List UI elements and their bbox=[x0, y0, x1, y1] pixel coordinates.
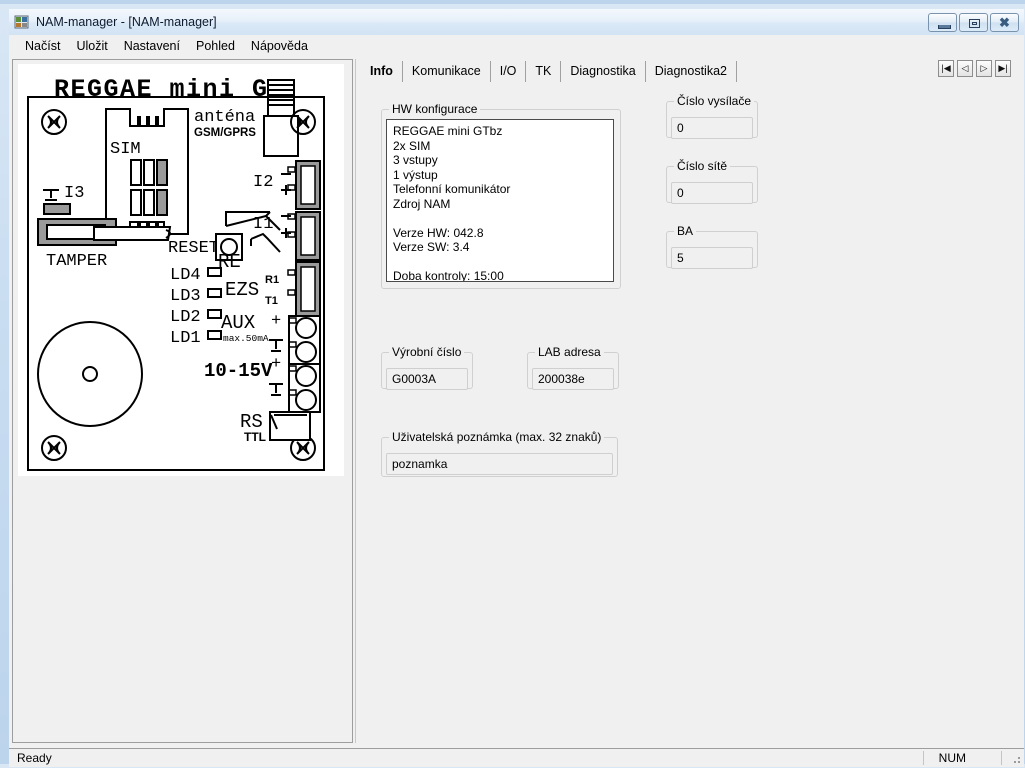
board-diagram: REGGAE mini GT SIM anténa GSM/GPRS I3 TA… bbox=[18, 64, 344, 476]
buzzer bbox=[37, 321, 143, 427]
application-window: NAM-manager - [NAM-manager] ✖ Načíst Ulo… bbox=[0, 0, 1025, 768]
nav-last-button[interactable]: ▶| bbox=[995, 60, 1011, 77]
ba-input[interactable]: 5 bbox=[671, 247, 753, 269]
svg-text:RESET: RESET bbox=[168, 239, 219, 258]
svg-text:R1: R1 bbox=[265, 274, 279, 286]
svg-text:EZS: EZS bbox=[225, 279, 259, 301]
window-inner: NAM-manager - [NAM-manager] ✖ Načíst Ulo… bbox=[9, 9, 1024, 767]
close-button[interactable]: ✖ bbox=[990, 13, 1019, 32]
menu-item-pohled[interactable]: Pohled bbox=[188, 37, 243, 55]
svg-text:LD3: LD3 bbox=[170, 287, 201, 306]
svg-text:I1: I1 bbox=[253, 215, 273, 234]
hw-config-legend: HW konfigurace bbox=[389, 102, 481, 116]
nav-next-icon: ▷ bbox=[980, 63, 988, 73]
serial-number-input[interactable]: G0003A bbox=[386, 368, 468, 390]
nav-last-icon: ▶| bbox=[998, 63, 1008, 73]
svg-text:anténa: anténa bbox=[194, 108, 255, 127]
tab-diagnostika[interactable]: Diagnostika bbox=[561, 61, 646, 82]
tab-diagnostika2[interactable]: Diagnostika2 bbox=[646, 61, 737, 82]
minimize-icon bbox=[938, 25, 951, 29]
lab-address-legend: LAB adresa bbox=[535, 345, 604, 359]
svg-text:SIM: SIM bbox=[110, 140, 141, 159]
antenna-connector bbox=[263, 79, 299, 157]
nav-prev-button[interactable]: ◁ bbox=[957, 60, 973, 77]
svg-text:AUX: AUX bbox=[221, 312, 256, 334]
svg-text:TTL: TTL bbox=[244, 430, 266, 444]
svg-text:max.50mA: max.50mA bbox=[223, 333, 269, 344]
status-separator-2 bbox=[1001, 751, 1002, 765]
nav-next-button[interactable]: ▷ bbox=[976, 60, 992, 77]
restore-icon bbox=[969, 19, 980, 28]
ba-legend: BA bbox=[674, 224, 697, 238]
network-number-legend: Číslo sítě bbox=[674, 159, 731, 173]
svg-text:+: + bbox=[271, 312, 281, 331]
info-panel: Info Komunikace I/O TK Diagnostika Diagn… bbox=[357, 57, 1021, 745]
serial-number-legend: Výrobní číslo bbox=[389, 345, 465, 359]
transmitter-number-legend: Číslo vysílače bbox=[674, 94, 755, 108]
nav-first-icon: |◀ bbox=[941, 63, 951, 73]
svg-text:LD2: LD2 bbox=[170, 308, 201, 327]
nav-prev-icon: ◁ bbox=[961, 63, 969, 73]
menu-bar: Načíst Uložit Nastavení Pohled Nápověda bbox=[9, 35, 1024, 57]
menu-item-nacist[interactable]: Načíst bbox=[17, 37, 68, 55]
window-frame: NAM-manager - [NAM-manager] ✖ Načíst Ulo… bbox=[0, 0, 1025, 768]
board-svg: REGGAE mini GT SIM anténa GSM/GPRS I3 TA… bbox=[18, 64, 344, 476]
menu-item-ulozit[interactable]: Uložit bbox=[68, 37, 115, 55]
svg-text:I3: I3 bbox=[64, 184, 84, 203]
tab-io[interactable]: I/O bbox=[491, 61, 527, 82]
app-icon bbox=[14, 14, 30, 30]
svg-text:LD1: LD1 bbox=[170, 329, 201, 348]
svg-text:REGGAE mini GT: REGGAE mini GT bbox=[54, 75, 285, 104]
resize-grip[interactable] bbox=[1010, 753, 1022, 765]
svg-text:10-15V: 10-15V bbox=[204, 360, 273, 382]
status-bar: Ready NUM bbox=[9, 748, 1024, 767]
user-note-input[interactable]: poznamka bbox=[386, 453, 613, 475]
menu-item-napoveda[interactable]: Nápověda bbox=[243, 37, 316, 55]
nav-first-button[interactable]: |◀ bbox=[938, 60, 954, 77]
svg-text:LD4: LD4 bbox=[170, 266, 201, 285]
window-controls: ✖ bbox=[928, 13, 1019, 32]
svg-text:T1: T1 bbox=[265, 295, 278, 307]
svg-text:TAMPER: TAMPER bbox=[46, 252, 107, 271]
record-navigation: |◀ ◁ ▷ ▶| bbox=[938, 60, 1011, 77]
svg-text:GSM/GPRS: GSM/GPRS bbox=[194, 127, 256, 139]
svg-text:+: + bbox=[271, 355, 281, 374]
title-bar[interactable]: NAM-manager - [NAM-manager] ✖ bbox=[9, 9, 1024, 35]
window-title: NAM-manager - [NAM-manager] bbox=[36, 15, 217, 29]
network-number-input[interactable]: 0 bbox=[671, 182, 753, 204]
user-note-legend: Uživatelská poznámka (max. 32 znaků) bbox=[389, 430, 605, 444]
status-message: Ready bbox=[17, 751, 52, 765]
status-separator-1 bbox=[923, 751, 924, 765]
lab-address-input[interactable]: 200038e bbox=[532, 368, 614, 390]
minimize-button[interactable] bbox=[928, 13, 957, 32]
client-area: REGGAE mini GT SIM anténa GSM/GPRS I3 TA… bbox=[9, 57, 1024, 749]
panel-splitter[interactable] bbox=[352, 59, 356, 743]
restore-button[interactable] bbox=[959, 13, 988, 32]
svg-text:I2: I2 bbox=[253, 173, 273, 192]
board-panel: REGGAE mini GT SIM anténa GSM/GPRS I3 TA… bbox=[12, 59, 352, 743]
hw-config-textarea[interactable]: REGGAE mini GTbz 2x SIM 3 vstupy 1 výstu… bbox=[386, 119, 614, 282]
menu-item-nastaveni[interactable]: Nastavení bbox=[116, 37, 188, 55]
tab-info[interactable]: Info bbox=[361, 61, 403, 82]
close-icon: ✖ bbox=[999, 15, 1010, 30]
tab-strip: Info Komunikace I/O TK Diagnostika Diagn… bbox=[361, 61, 737, 83]
status-num-indicator: NUM bbox=[938, 751, 966, 765]
tab-tk[interactable]: TK bbox=[526, 61, 562, 82]
connector-rs-ttl: RS TTL bbox=[240, 411, 311, 444]
tab-komunikace[interactable]: Komunikace bbox=[403, 61, 491, 82]
transmitter-number-input[interactable]: 0 bbox=[671, 117, 753, 139]
